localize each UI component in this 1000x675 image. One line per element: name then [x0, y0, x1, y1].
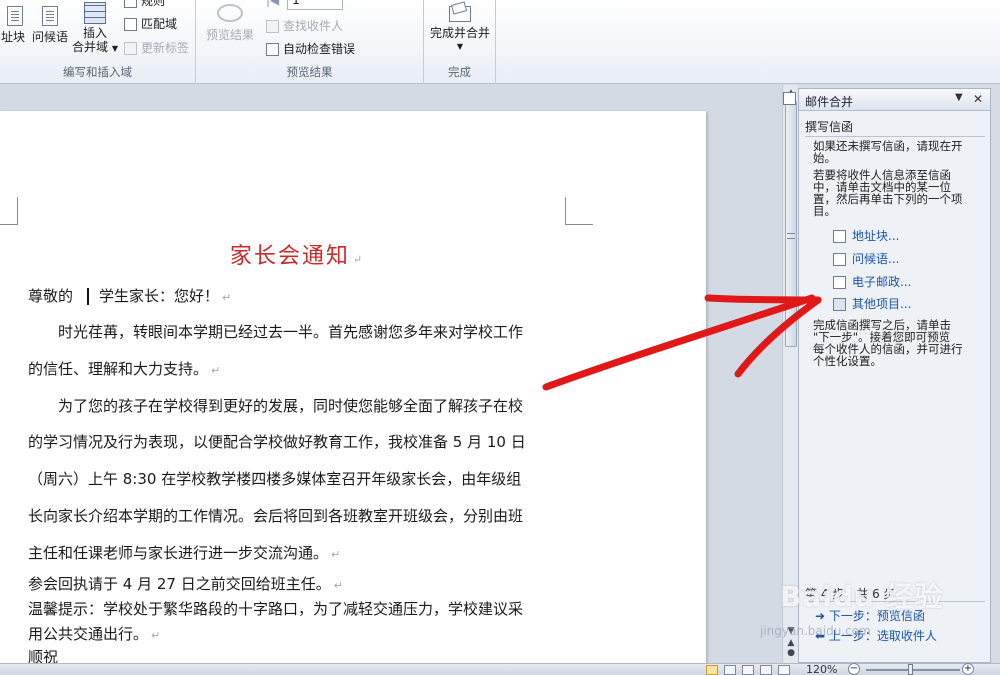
link-electronic-postage[interactable]: 电子邮政... — [833, 273, 911, 290]
pane-options-icon[interactable]: ▼ — [955, 92, 963, 103]
watermark-logo: Baidu 经验 — [780, 580, 944, 613]
salutation-line: 尊敬的 学生家长：您好！ ↵ — [28, 287, 232, 305]
body-line: 温馨提示：学校处于繁华路段的十字路口，为了减轻交通压力，学校建议采 — [28, 600, 524, 618]
address-block-label: 址块 — [0, 30, 25, 44]
address-block-button[interactable]: 址块 — [0, 6, 26, 44]
finish-merge-icon — [449, 6, 471, 22]
print-layout-view-icon[interactable] — [706, 665, 718, 675]
body-line: 的信任、理解和大力支持。 ↵ — [28, 360, 221, 378]
full-screen-view-icon[interactable] — [724, 665, 736, 675]
group-preview: 预览结果 |◀ 1 查找收件人 自动检查错误 预览结果 — [196, 0, 424, 84]
magnifier-icon — [217, 4, 243, 22]
zoom-slider[interactable] — [866, 669, 960, 671]
chevron-down-icon: ▼ — [456, 42, 464, 51]
body-line: 主任和任课老师与家长进行进一步交流沟通。 ↵ — [28, 544, 341, 562]
document-title: 家长会通知 ↵ — [229, 244, 365, 269]
insert-field-label: 插入 — [82, 26, 107, 40]
watermark-url: jingyan.baidu.com — [760, 624, 871, 638]
body-line: 的学习情况及行为表现，以便配合学校做好教育工作，我校准备 5 月 10 日 — [28, 433, 526, 451]
scroll-grip-icon — [787, 233, 795, 239]
section-heading: 撰写信函 — [805, 120, 854, 134]
group-title-finish: 完成 — [448, 65, 471, 79]
group-title-write-insert: 编写和插入域 — [63, 65, 132, 79]
body-line: 时光荏苒，转眼间本学期已经过去一半。首先感谢您多年来对学校工作 — [58, 323, 524, 341]
match-fields-icon — [124, 18, 137, 31]
insert-field-label-2: 合并域 ▼ — [72, 40, 118, 54]
after-text: 个性化设置。 — [813, 354, 882, 368]
more-items-icon — [833, 298, 846, 311]
preview-results-button[interactable]: 预览结果 — [202, 4, 258, 42]
crop-mark-right — [565, 197, 593, 225]
document-area: 家长会通知 ↵ 尊敬的 学生家长：您好！ ↵ 时光荏苒，转眼间本学期已经过去一半。首先… — [0, 85, 782, 671]
intro-text: 置，然后再单击下列的一个项 — [813, 192, 963, 206]
close-icon[interactable]: ✕ — [973, 92, 983, 106]
find-recipient-label: 查找收件人 — [283, 19, 344, 33]
body-line: 用公共交通出行。 ↵ — [28, 625, 161, 643]
find-recipient-button[interactable]: 查找收件人 — [266, 19, 343, 33]
zoom-in-icon[interactable]: + — [962, 663, 974, 675]
zoom-level[interactable]: 120% — [806, 663, 837, 675]
web-layout-view-icon[interactable] — [742, 665, 754, 675]
match-fields-button[interactable]: 匹配域 — [124, 17, 177, 31]
rules-label: 规则 — [141, 0, 166, 8]
match-fields-label: 匹配域 — [141, 17, 178, 31]
body-line: （周六）上午 8:30 在学校教学楼四楼多媒体室召开年级家长会，由年级组 — [28, 470, 522, 488]
finish-merge-button[interactable]: 完成并合并 ▼ — [428, 6, 492, 54]
check-errors-icon — [266, 43, 279, 56]
ribbon: 址块 问候语 插入 合并域 ▼ 规则 匹配域 更新标签 编写和插入域 预览结果 … — [0, 0, 1000, 84]
auto-check-errors-button[interactable]: 自动检查错误 — [266, 42, 355, 56]
body-line: 参会回执请于 4 月 27 日之前交回给班主任。 ↵ — [28, 575, 343, 593]
greeting-label: 问候语 — [31, 30, 68, 44]
text-cursor — [87, 288, 90, 305]
body-line: 为了您的孩子在学校得到更好的发展，同时使您能够全面了解孩子在校 — [58, 397, 524, 415]
intro-text: 如果还未撰写信函，请现在开 — [813, 139, 963, 153]
preview-results-label: 预览结果 — [205, 28, 254, 42]
update-labels-label: 更新标签 — [141, 41, 190, 55]
auto-check-errors-label: 自动检查错误 — [283, 42, 356, 56]
link-greeting[interactable]: 问候语... — [833, 250, 899, 267]
rules-icon — [124, 0, 137, 8]
link-address-block[interactable]: 地址块... — [833, 227, 899, 244]
finish-merge-label: 完成并合并 — [429, 26, 490, 40]
update-labels-icon — [124, 42, 137, 55]
pane-header: 邮件合并 ▼ ✕ — [799, 89, 990, 111]
first-record-icon[interactable]: |◀ — [266, 0, 279, 7]
rules-button[interactable]: 规则 — [124, 0, 165, 8]
intro-text: 目。 — [813, 204, 836, 218]
link-more-items[interactable]: 其他项目... — [833, 295, 911, 312]
group-finish: 完成并合并 ▼ 完成 — [424, 0, 496, 84]
pane-title: 邮件合并 — [805, 95, 854, 109]
crop-mark-left — [0, 197, 18, 225]
greeting-icon — [833, 253, 846, 266]
section-divider — [805, 136, 985, 137]
address-block-icon — [833, 230, 846, 243]
insert-field-icon — [84, 2, 106, 24]
group-write-insert: 址块 问候语 插入 合并域 ▼ 规则 匹配域 更新标签 编写和插入域 — [0, 0, 196, 84]
select-browse-object-icon[interactable]: ● — [785, 647, 797, 659]
find-recipient-icon — [266, 20, 279, 33]
intro-text: 始。 — [813, 151, 836, 165]
draft-view-icon[interactable] — [778, 665, 790, 675]
document-page[interactable]: 家长会通知 ↵ 尊敬的 学生家长：您好！ ↵ 时光荏苒，转眼间本学期已经过去一半。首先… — [0, 111, 706, 671]
electronic-postage-icon — [833, 276, 846, 289]
zoom-slider-thumb[interactable] — [908, 664, 913, 675]
pane-side-icon[interactable] — [783, 92, 796, 105]
status-bar: 120% − + — [0, 663, 1000, 675]
update-labels-button[interactable]: 更新标签 — [124, 41, 189, 55]
outline-view-icon[interactable] — [760, 665, 772, 675]
greeting-button[interactable]: 问候语 — [30, 6, 70, 44]
zoom-out-icon[interactable]: − — [848, 663, 860, 675]
address-block-icon — [7, 6, 23, 26]
record-number-field[interactable]: 1 — [287, 0, 344, 10]
record-navigation: |◀ 1 — [266, 0, 344, 10]
group-title-preview: 预览结果 — [286, 65, 333, 79]
insert-merge-field-button[interactable]: 插入 合并域 ▼ — [72, 2, 118, 56]
body-line: 长向家长介绍本学期的工作情况。会后将回到各班教室开班级会，分别由班 — [28, 507, 524, 525]
scroll-thumb[interactable] — [785, 101, 797, 347]
greeting-icon — [42, 6, 58, 26]
chevron-down-icon: ▼ — [111, 44, 118, 53]
